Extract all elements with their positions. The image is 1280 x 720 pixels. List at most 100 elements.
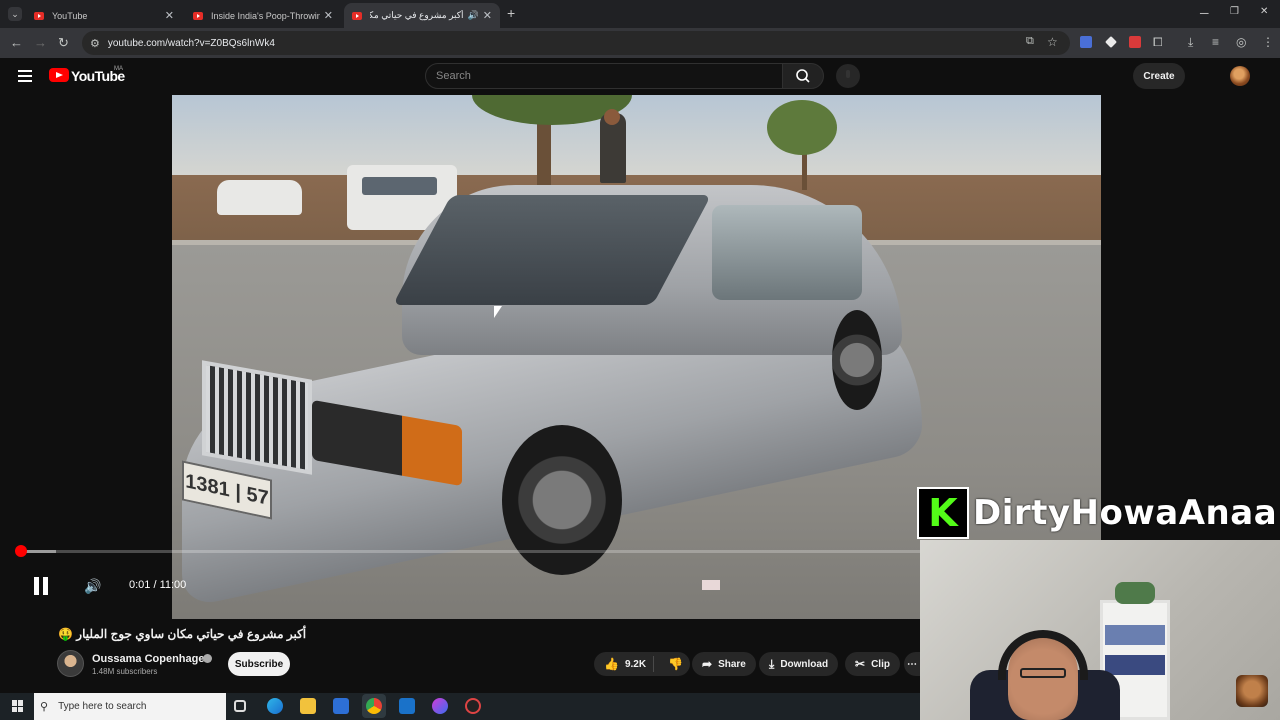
new-tab-button[interactable]: + [507, 5, 515, 21]
url-text: youtube.com/watch?v=Z0BQs6lnWk4 [107, 37, 275, 49]
time-display: 0:01 / 11:00 [129, 579, 187, 591]
minimize-button[interactable]: ─ [1200, 6, 1209, 20]
tab-current-video[interactable]: أكبر مشروع في حياتي مكان ... 🔊 ✕ [344, 3, 500, 28]
taskbar-search-icon: ⚲ [40, 701, 49, 713]
install-app-icon[interactable]: ⧉ [1026, 35, 1034, 48]
taskbar-search[interactable]: ⚲ Type here to search [34, 693, 226, 720]
youtube-favicon-icon [193, 11, 203, 20]
chat-emote-image [1236, 675, 1268, 707]
like-dislike-group: 👍 9.2K 👎 [594, 652, 690, 676]
download-label: Download [780, 658, 829, 670]
store-icon[interactable] [333, 698, 349, 714]
dislike-icon[interactable]: 👎 [668, 657, 683, 671]
tab-close-icon[interactable]: ✕ [483, 9, 492, 22]
taskbar-search-placeholder: Type here to search [58, 701, 147, 712]
tab-close-icon[interactable]: ✕ [324, 9, 333, 22]
standing-person-head [604, 109, 620, 125]
more-actions-button[interactable]: ⋯ [904, 652, 920, 676]
tab-title: Inside India's Poop-Throwing Fe [211, 10, 320, 21]
restore-button[interactable]: ❐ [1230, 6, 1239, 17]
tab-title: YouTube [52, 10, 88, 21]
share-icon: ➦ [702, 657, 713, 671]
like-count[interactable]: 9.2K [625, 659, 646, 670]
youtube-favicon-icon [34, 11, 44, 20]
close-window-button[interactable]: ✕ [1260, 6, 1268, 17]
webcam-clothes [1105, 655, 1165, 675]
share-label: Share [718, 658, 746, 670]
tree-canopy [767, 100, 837, 155]
translate-extension-icon[interactable] [1080, 36, 1092, 48]
reload-icon[interactable]: ↻ [58, 35, 69, 51]
like-divider [653, 656, 654, 672]
site-info-icon[interactable]: ⚙ [90, 37, 100, 50]
litter-on-ground [702, 580, 720, 590]
profile-icon[interactable]: ◎ [1236, 35, 1246, 49]
like-icon[interactable]: 👍 [604, 657, 619, 671]
tab-audio-icon[interactable]: 🔊 [468, 10, 479, 21]
media-control-icon[interactable]: ≡ [1212, 35, 1219, 49]
tab-inside-india[interactable]: Inside India's Poop-Throwing Fe ✕ [185, 3, 341, 28]
verified-badge-icon [203, 654, 212, 663]
progress-bar[interactable] [20, 550, 920, 553]
bookmark-star-icon[interactable]: ☆ [1047, 35, 1058, 49]
kick-logo-icon: K [917, 487, 969, 539]
messenger-icon[interactable] [432, 698, 448, 714]
tab-close-icon[interactable]: ✕ [165, 9, 174, 22]
address-bar[interactable]: ⚙ youtube.com/watch?v=Z0BQs6lnWk4 [82, 31, 1070, 55]
glasses [1020, 668, 1066, 678]
volume-icon[interactable]: 🔊 [84, 578, 101, 595]
extension-red-icon[interactable] [1129, 36, 1141, 48]
task-view-icon[interactable] [234, 700, 246, 712]
channel-name[interactable]: Oussama Copenhagen [92, 653, 211, 665]
account-avatar[interactable] [1230, 66, 1250, 86]
rear-wheel [832, 310, 882, 410]
voice-search-button[interactable] [836, 64, 860, 88]
clip-button[interactable]: ✂ Clip [845, 652, 900, 676]
edge-browser-icon[interactable] [267, 698, 283, 714]
tab-youtube[interactable]: YouTube ✕ [26, 3, 182, 28]
white-car [217, 180, 302, 215]
youtube-masthead: YouTube MA Create [0, 58, 1280, 95]
webcam-clothes [1105, 625, 1165, 645]
van-window [362, 177, 437, 195]
windows-start-icon[interactable] [12, 700, 24, 712]
back-arrow-icon[interactable]: ← [10, 35, 23, 50]
youtube-favicon-icon [352, 11, 362, 20]
youtube-logo-icon[interactable] [49, 68, 69, 82]
tab-search-button[interactable]: ⌄ [8, 7, 22, 21]
chrome-icon[interactable] [366, 698, 382, 714]
downloads-icon[interactable]: ⤓ [1188, 35, 1193, 50]
file-explorer-icon[interactable] [300, 698, 316, 714]
download-button[interactable]: ⤓ Download [759, 652, 839, 676]
side-window [712, 205, 862, 300]
hamburger-icon[interactable] [18, 70, 32, 82]
browser-tab-strip: ⌄ YouTube ✕ Inside India's Poop-Throwing… [0, 0, 1280, 28]
clip-label: Clip [871, 658, 890, 670]
video-title: أكبر مشروع في حياتي مكان ساوي جوج المليا… [58, 627, 307, 641]
share-button[interactable]: ➦ Share [692, 652, 756, 676]
extensions-puzzle-icon[interactable]: ⧠ [1153, 35, 1163, 50]
tab-title: أكبر مشروع في حياتي مكان ... [370, 10, 464, 20]
clip-icon: ✂ [855, 657, 866, 671]
channel-avatar[interactable] [57, 650, 84, 677]
search-box[interactable] [425, 63, 783, 89]
subscribe-button[interactable]: Subscribe [228, 652, 290, 676]
mic-icon [846, 70, 850, 78]
search-button[interactable] [782, 63, 824, 89]
forward-arrow-icon[interactable]: → [34, 35, 47, 50]
webcam-feed [920, 540, 1280, 720]
car-grille [202, 360, 312, 475]
browser-toolbar: ← → ↻ ⚙ youtube.com/watch?v=Z0BQs6lnWk4 … [0, 28, 1280, 58]
pause-icon[interactable] [33, 577, 49, 595]
obs-icon[interactable] [465, 698, 481, 714]
browser-menu-icon[interactable]: ⋮ [1262, 35, 1274, 49]
country-code: MA [114, 66, 123, 72]
download-icon: ⤓ [769, 656, 775, 671]
create-button[interactable]: Create [1133, 63, 1185, 89]
extension-diamond-icon[interactable] [1105, 36, 1117, 48]
search-input[interactable] [426, 64, 782, 88]
streamer-overlay: K DirtyHowaAnaa [917, 487, 1277, 539]
progress-scrubber[interactable] [15, 545, 28, 557]
outlook-icon[interactable] [399, 698, 415, 714]
webcam-bag [1115, 582, 1155, 604]
